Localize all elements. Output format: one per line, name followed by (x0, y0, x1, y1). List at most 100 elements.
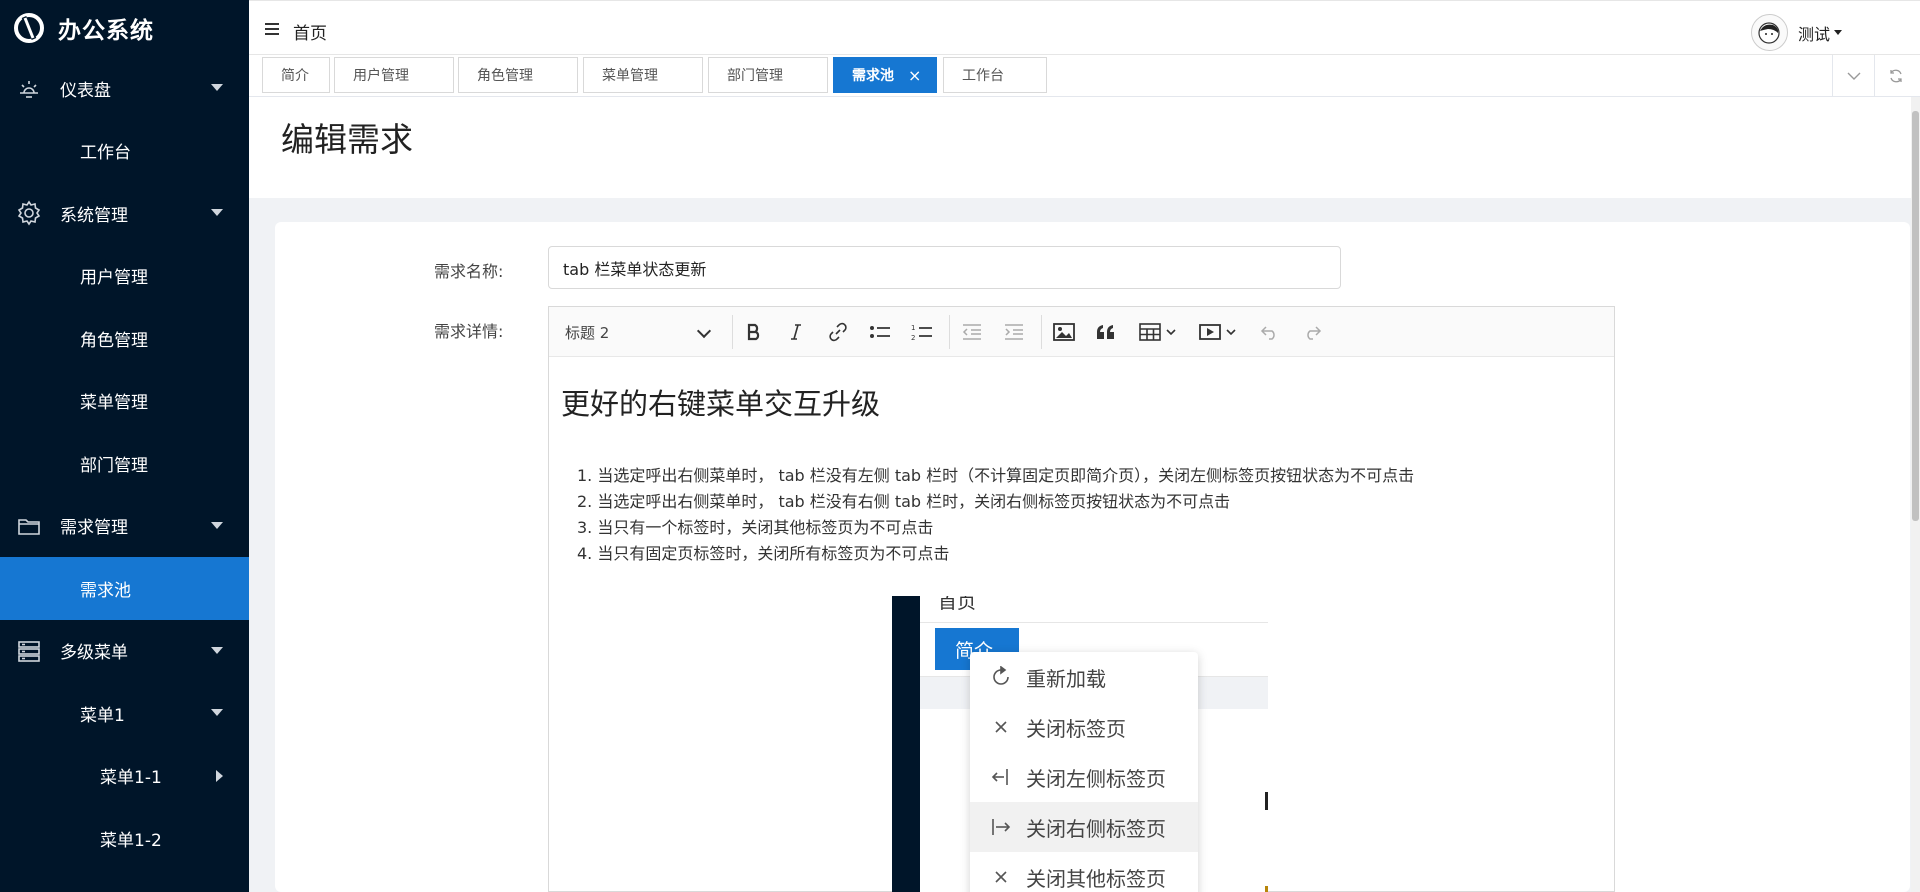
bullet-list-button[interactable] (867, 320, 893, 344)
context-item-label: 关闭标签页 (1026, 716, 1126, 741)
caret-down-icon (211, 709, 223, 717)
sidebar-item-requirement-pool[interactable]: 需求池 (0, 557, 249, 620)
tab-label: 菜单管理 (602, 68, 658, 84)
logo[interactable]: 办公系统 (0, 0, 249, 56)
tab-roles[interactable]: 角色管理 (458, 57, 578, 93)
chevron-down-icon (1166, 329, 1176, 336)
sidebar-item-label: 角色管理 (80, 330, 148, 351)
undo-icon (1260, 326, 1275, 340)
breadcrumb[interactable]: 首页 (293, 19, 327, 44)
sidebar-item-roles[interactable]: 角色管理 (0, 307, 249, 370)
link-button[interactable] (825, 320, 851, 344)
indent-button[interactable] (1001, 320, 1027, 344)
sidebar-item-label: 需求池 (80, 580, 131, 601)
arrow-right-bar-icon (992, 819, 1011, 835)
username: 测试 (1797, 24, 1830, 44)
tab-menus[interactable]: 菜单管理 (583, 57, 703, 93)
heading-select-value: 标题 2 (565, 323, 610, 342)
top-header: 首页 测试 (249, 0, 1920, 55)
hamburger-icon[interactable] (265, 23, 279, 35)
sidebar-item-system[interactable]: 系统管理 (0, 182, 249, 245)
image-button[interactable] (1051, 320, 1077, 344)
sidebar-item-menu1-1[interactable]: 菜单1-1 (0, 745, 249, 808)
heading-select[interactable]: 标题 2 (549, 307, 729, 357)
outdent-button[interactable] (959, 320, 985, 344)
tab-requirement-pool[interactable]: 需求池 × (833, 57, 937, 93)
sidebar-item-multilevel[interactable]: 多级菜单 (0, 620, 249, 683)
blockquote-button[interactable] (1093, 320, 1119, 344)
tab-label: 角色管理 (477, 68, 533, 84)
context-item-close-right: 关闭右侧标签页 (970, 802, 1198, 852)
folder-icon (18, 518, 40, 535)
redo-button[interactable] (1299, 320, 1325, 344)
caret-down-icon (211, 521, 223, 529)
sidebar-item-menu1[interactable]: 菜单1 (0, 682, 249, 745)
context-item-label: 重新加载 (1026, 666, 1106, 691)
tab-label: 部门管理 (727, 68, 783, 84)
context-item-label: 关闭右侧标签页 (1026, 816, 1166, 841)
caret-down-icon (211, 646, 223, 654)
sidebar-item-label: 工作台 (80, 143, 131, 164)
sidebar-item-label: 仪表盘 (60, 80, 111, 101)
context-menu: 重新加载 关闭标签页 关闭左侧标签页 关闭右侧标签页 关闭其他标签页 (970, 652, 1198, 892)
tab-refresh-button[interactable] (1874, 55, 1916, 96)
video-icon (1199, 324, 1221, 340)
arrow-left-bar-icon (991, 769, 1008, 785)
sidebar-item-label: 系统管理 (60, 205, 128, 226)
caret-right-icon (216, 769, 223, 782)
sidebar-item-departments[interactable]: 部门管理 (0, 432, 249, 495)
embedded-screenshot[interactable]: 首页 简介 重新加载 关闭标签页 关闭左侧标签页 关闭右侧标签页 关闭其他标签页 (892, 596, 1268, 892)
list-item: 3. 当只有一个标签时，关闭其他标签页为不可点击 (577, 518, 934, 537)
editor-content[interactable]: 更好的右键菜单交互升级 1. 当选定呼出右侧菜单时， tab 栏没有左侧 tab… (549, 357, 1614, 591)
sidebar-item-label: 菜单1 (80, 705, 125, 726)
sidebar-item-requirements[interactable]: 需求管理 (0, 495, 249, 558)
tab-dropdown-button[interactable] (1832, 55, 1874, 96)
ordered-list-button[interactable]: 12 (909, 320, 935, 344)
close-icon (995, 721, 1007, 733)
tab-users[interactable]: 用户管理 (334, 57, 454, 93)
name-input[interactable]: tab 栏菜单状态更新 (548, 246, 1341, 289)
undo-button[interactable] (1257, 320, 1283, 344)
scrollbar-thumb[interactable] (1912, 111, 1919, 521)
context-item-label: 关闭左侧标签页 (1026, 766, 1166, 791)
name-input-value: tab 栏菜单状态更新 (563, 259, 707, 279)
bold-button[interactable] (741, 320, 767, 344)
tab-label: 用户管理 (353, 68, 409, 84)
bold-icon (747, 323, 760, 341)
sidebar-item-label: 菜单1-2 (100, 830, 162, 851)
video-button[interactable] (1195, 320, 1241, 344)
list-item: 1. 当选定呼出右侧菜单时， tab 栏没有左侧 tab 栏时（不计算固定页即简… (577, 466, 1415, 485)
server-icon (18, 640, 40, 662)
sidebar: 办公系统 仪表盘 工作台 系统管理 用户管理 角色管理 菜单管理 部门管理 需求… (0, 0, 249, 892)
italic-icon (791, 324, 801, 340)
context-item-close-left: 关闭左侧标签页 (970, 752, 1198, 802)
sidebar-item-users[interactable]: 用户管理 (0, 245, 249, 308)
requirement-list: 1. 当选定呼出右侧菜单时， tab 栏没有左侧 tab 栏时（不计算固定页即简… (561, 463, 1602, 567)
image-icon (1053, 323, 1075, 341)
table-button[interactable] (1135, 320, 1181, 344)
sidebar-item-workbench[interactable]: 工作台 (0, 120, 249, 183)
scrollbar[interactable] (1911, 97, 1920, 892)
sidebar-item-label: 菜单1-1 (100, 768, 162, 789)
screenshot-sidebar (892, 596, 920, 892)
sidebar-item-menu1-2[interactable]: 菜单1-2 (0, 807, 249, 870)
user-menu[interactable]: 测试 (1750, 14, 1842, 51)
close-icon[interactable]: × (908, 66, 921, 85)
sidebar-item-dashboard[interactable]: 仪表盘 (0, 57, 249, 120)
svg-text:1: 1 (911, 324, 915, 332)
italic-button[interactable] (783, 320, 809, 344)
refresh-icon (1889, 69, 1902, 82)
sidebar-item-label: 用户管理 (80, 268, 148, 289)
avatar (1750, 14, 1788, 51)
list-item: 2. 当选定呼出右侧菜单时， tab 栏没有右侧 tab 栏时，关闭右侧标签页按… (577, 492, 1231, 511)
sidebar-item-menus[interactable]: 菜单管理 (0, 370, 249, 433)
ordered-list-icon: 12 (911, 324, 932, 341)
tab-intro[interactable]: 简介 (262, 57, 330, 93)
screenshot-breadcrumb: 首页 (938, 596, 977, 613)
sidebar-item-label: 多级菜单 (60, 643, 128, 664)
chevron-down-icon (1847, 72, 1860, 80)
caret-down-icon (211, 84, 223, 92)
tab-departments[interactable]: 部门管理 (708, 57, 828, 93)
tab-label: 工作台 (962, 68, 1004, 84)
tab-workbench[interactable]: 工作台 (943, 57, 1047, 93)
